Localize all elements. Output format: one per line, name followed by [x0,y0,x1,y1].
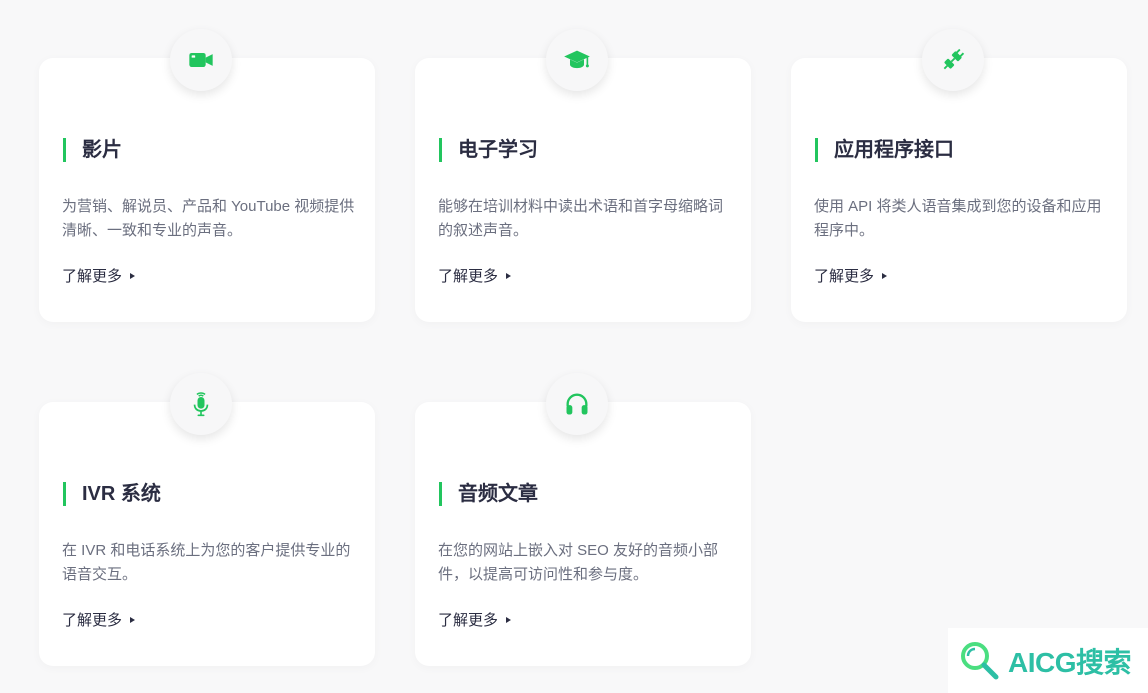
icon-badge [922,29,984,91]
learn-more-label: 了解更多 [438,612,499,629]
plug-icon [943,48,965,70]
learn-more-label: 了解更多 [814,268,875,285]
card-description: 为营销、解说员、产品和 YouTube 视频提供清晰、一致和专业的声音。 [62,198,355,239]
learn-more-label: 了解更多 [62,612,123,629]
card-title: 电子学习 [439,138,538,162]
graduation-cap-icon [564,50,590,69]
card-elearning[interactable]: 电子学习 能够在培训材料中读出术语和首字母缩略词的叙述声音。 了解更多 [415,29,751,322]
learn-more-link[interactable]: 了解更多 [438,265,512,289]
card-ivr[interactable]: IVR 系统 在 IVR 和电话系统上为您的客户提供专业的语音交互。 了解更多 [39,373,375,666]
icon-badge [546,29,608,91]
microphone-icon [193,392,209,417]
card-api[interactable]: 应用程序接口 使用 API 将类人语音集成到您的设备和应用程序中。 了解更多 [791,29,1127,322]
learn-more-label: 了解更多 [62,268,123,285]
learn-more-link[interactable]: 了解更多 [814,265,888,289]
caret-right-icon [882,273,888,280]
headphones-icon [566,393,588,415]
search-magnifier-logo-icon [961,641,999,679]
learn-more-link[interactable]: 了解更多 [62,609,136,633]
card-description: 使用 API 将类人语音集成到您的设备和应用程序中。 [814,198,1102,239]
icon-badge [170,29,232,91]
caret-right-icon [506,273,512,280]
card-video[interactable]: 影片 为营销、解说员、产品和 YouTube 视频提供清晰、一致和专业的声音。 … [39,29,375,322]
watermark: AICG搜索 [948,628,1148,693]
card-description: 在 IVR 和电话系统上为您的客户提供专业的语音交互。 [62,542,351,583]
video-camera-icon [189,53,213,67]
caret-right-icon [130,273,136,280]
card-description: 在您的网站上嵌入对 SEO 友好的音频小部件，以提高可访问性和参与度。 [438,542,719,583]
watermark-text: AICG搜索 [1008,646,1132,678]
learn-more-link[interactable]: 了解更多 [62,265,136,289]
learn-more-link[interactable]: 了解更多 [438,609,512,633]
caret-right-icon [506,617,512,624]
card-description: 能够在培训材料中读出术语和首字母缩略词的叙述声音。 [438,198,724,239]
card-title: 影片 [63,138,122,162]
icon-badge [170,373,232,435]
card-title: IVR 系统 [63,482,161,506]
card-audio-articles[interactable]: 音频文章 在您的网站上嵌入对 SEO 友好的音频小部件，以提高可访问性和参与度。… [415,373,751,666]
card-title: 音频文章 [439,482,538,506]
icon-badge [546,373,608,435]
page: 影片 为营销、解说员、产品和 YouTube 视频提供清晰、一致和专业的声音。 … [0,0,1148,693]
learn-more-label: 了解更多 [438,268,499,285]
caret-right-icon [130,617,136,624]
card-title: 应用程序接口 [815,138,954,162]
